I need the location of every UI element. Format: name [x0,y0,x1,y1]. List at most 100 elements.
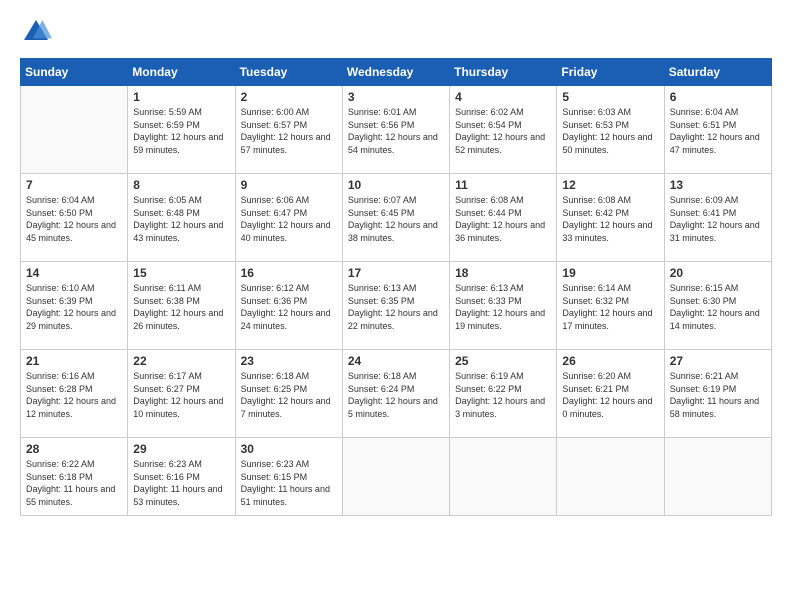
calendar-cell: 26Sunrise: 6:20 AMSunset: 6:21 PMDayligh… [557,350,664,438]
calendar-week-1: 1 Sunrise: 5:59 AMSunset: 6:59 PMDaylight… [21,86,772,174]
calendar-cell: 4 Sunrise: 6:02 AMSunset: 6:54 PMDaylight… [450,86,557,174]
calendar-cell: 20 Sunrise: 6:15 AMSunset: 6:30 PMDayligh… [664,262,771,350]
weekday-header-wednesday: Wednesday [342,59,449,86]
calendar-cell: 29Sunrise: 6:23 AMSunset: 6:16 PMDayligh… [128,438,235,516]
calendar-cell: 17 Sunrise: 6:13 AMSunset: 6:35 PMDayligh… [342,262,449,350]
day-number: 22 [133,354,229,368]
day-number: 11 [455,178,551,192]
day-info: Sunrise: 6:07 AMSunset: 6:45 PMDaylight:… [348,194,444,244]
calendar-cell [557,438,664,516]
day-number: 4 [455,90,551,104]
calendar-cell: 13 Sunrise: 6:09 AMSunset: 6:41 PMDayligh… [664,174,771,262]
day-info: Sunrise: 6:23 AMSunset: 6:15 PMDaylight:… [241,458,337,508]
day-number: 8 [133,178,229,192]
weekday-header-friday: Friday [557,59,664,86]
weekday-header-sunday: Sunday [21,59,128,86]
day-info: Sunrise: 6:15 AMSunset: 6:30 PMDaylight:… [670,282,766,332]
day-info: Sunrise: 6:00 AMSunset: 6:57 PMDaylight:… [241,106,337,156]
calendar-cell: 2Sunrise: 6:00 AMSunset: 6:57 PMDaylight… [235,86,342,174]
day-number: 10 [348,178,444,192]
calendar-cell: 28 Sunrise: 6:22 AMSunset: 6:18 PMDayligh… [21,438,128,516]
calendar-cell: 10 Sunrise: 6:07 AMSunset: 6:45 PMDayligh… [342,174,449,262]
calendar-table: SundayMondayTuesdayWednesdayThursdayFrid… [20,58,772,516]
calendar-cell: 5 Sunrise: 6:03 AMSunset: 6:53 PMDaylight… [557,86,664,174]
weekday-header-tuesday: Tuesday [235,59,342,86]
calendar-cell: 3 Sunrise: 6:01 AMSunset: 6:56 PMDaylight… [342,86,449,174]
calendar-week-3: 14 Sunrise: 6:10 AMSunset: 6:39 PMDayligh… [21,262,772,350]
day-number: 23 [241,354,337,368]
day-info: Sunrise: 5:59 AMSunset: 6:59 PMDaylight:… [133,106,229,156]
calendar-cell: 27 Sunrise: 6:21 AMSunset: 6:19 PMDayligh… [664,350,771,438]
calendar-cell [342,438,449,516]
day-number: 25 [455,354,551,368]
calendar-cell: 16Sunrise: 6:12 AMSunset: 6:36 PMDayligh… [235,262,342,350]
day-number: 14 [26,266,122,280]
calendar-cell: 22 Sunrise: 6:17 AMSunset: 6:27 PMDayligh… [128,350,235,438]
calendar-cell: 14 Sunrise: 6:10 AMSunset: 6:39 PMDayligh… [21,262,128,350]
day-number: 20 [670,266,766,280]
calendar-week-2: 7 Sunrise: 6:04 AMSunset: 6:50 PMDaylight… [21,174,772,262]
day-number: 24 [348,354,444,368]
day-info: Sunrise: 6:13 AMSunset: 6:33 PMDaylight:… [455,282,551,332]
day-info: Sunrise: 6:02 AMSunset: 6:54 PMDaylight:… [455,106,551,156]
day-info: Sunrise: 6:23 AMSunset: 6:16 PMDaylight:… [133,458,229,508]
day-info: Sunrise: 6:08 AMSunset: 6:42 PMDaylight:… [562,194,658,244]
day-info: Sunrise: 6:14 AMSunset: 6:32 PMDaylight:… [562,282,658,332]
weekday-header-row: SundayMondayTuesdayWednesdayThursdayFrid… [21,59,772,86]
weekday-header-thursday: Thursday [450,59,557,86]
day-info: Sunrise: 6:04 AMSunset: 6:50 PMDaylight:… [26,194,122,244]
calendar-cell: 30 Sunrise: 6:23 AMSunset: 6:15 PMDayligh… [235,438,342,516]
day-info: Sunrise: 6:21 AMSunset: 6:19 PMDaylight:… [670,370,766,420]
day-info: Sunrise: 6:16 AMSunset: 6:28 PMDaylight:… [26,370,122,420]
calendar-cell: 25 Sunrise: 6:19 AMSunset: 6:22 PMDayligh… [450,350,557,438]
day-number: 27 [670,354,766,368]
day-info: Sunrise: 6:13 AMSunset: 6:35 PMDaylight:… [348,282,444,332]
day-number: 5 [562,90,658,104]
logo [20,16,56,48]
day-info: Sunrise: 6:18 AMSunset: 6:25 PMDaylight:… [241,370,337,420]
day-info: Sunrise: 6:11 AMSunset: 6:38 PMDaylight:… [133,282,229,332]
day-number: 1 [133,90,229,104]
calendar-cell: 7 Sunrise: 6:04 AMSunset: 6:50 PMDaylight… [21,174,128,262]
day-info: Sunrise: 6:19 AMSunset: 6:22 PMDaylight:… [455,370,551,420]
calendar-cell: 9Sunrise: 6:06 AMSunset: 6:47 PMDaylight… [235,174,342,262]
day-number: 9 [241,178,337,192]
day-info: Sunrise: 6:09 AMSunset: 6:41 PMDaylight:… [670,194,766,244]
weekday-header-monday: Monday [128,59,235,86]
day-info: Sunrise: 6:10 AMSunset: 6:39 PMDaylight:… [26,282,122,332]
day-number: 19 [562,266,658,280]
calendar-cell: 15 Sunrise: 6:11 AMSunset: 6:38 PMDayligh… [128,262,235,350]
calendar-cell: 24Sunrise: 6:18 AMSunset: 6:24 PMDayligh… [342,350,449,438]
calendar-cell: 1 Sunrise: 5:59 AMSunset: 6:59 PMDaylight… [128,86,235,174]
calendar-cell: 6 Sunrise: 6:04 AMSunset: 6:51 PMDaylight… [664,86,771,174]
calendar-cell: 18Sunrise: 6:13 AMSunset: 6:33 PMDayligh… [450,262,557,350]
day-info: Sunrise: 6:22 AMSunset: 6:18 PMDaylight:… [26,458,122,508]
day-info: Sunrise: 6:01 AMSunset: 6:56 PMDaylight:… [348,106,444,156]
day-number: 28 [26,442,122,456]
day-info: Sunrise: 6:03 AMSunset: 6:53 PMDaylight:… [562,106,658,156]
calendar-cell: 23 Sunrise: 6:18 AMSunset: 6:25 PMDayligh… [235,350,342,438]
calendar-cell: 19 Sunrise: 6:14 AMSunset: 6:32 PMDayligh… [557,262,664,350]
logo-icon [20,16,52,48]
calendar-week-4: 21Sunrise: 6:16 AMSunset: 6:28 PMDayligh… [21,350,772,438]
page: SundayMondayTuesdayWednesdayThursdayFrid… [0,0,792,612]
day-number: 13 [670,178,766,192]
calendar-week-5: 28 Sunrise: 6:22 AMSunset: 6:18 PMDayligh… [21,438,772,516]
weekday-header-saturday: Saturday [664,59,771,86]
day-info: Sunrise: 6:17 AMSunset: 6:27 PMDaylight:… [133,370,229,420]
day-number: 7 [26,178,122,192]
day-number: 17 [348,266,444,280]
day-number: 16 [241,266,337,280]
day-number: 15 [133,266,229,280]
calendar-cell: 21Sunrise: 6:16 AMSunset: 6:28 PMDayligh… [21,350,128,438]
day-info: Sunrise: 6:20 AMSunset: 6:21 PMDaylight:… [562,370,658,420]
calendar-cell [450,438,557,516]
day-number: 6 [670,90,766,104]
day-info: Sunrise: 6:05 AMSunset: 6:48 PMDaylight:… [133,194,229,244]
day-info: Sunrise: 6:04 AMSunset: 6:51 PMDaylight:… [670,106,766,156]
day-number: 30 [241,442,337,456]
day-number: 3 [348,90,444,104]
calendar-cell: 8 Sunrise: 6:05 AMSunset: 6:48 PMDaylight… [128,174,235,262]
calendar-cell: 12Sunrise: 6:08 AMSunset: 6:42 PMDayligh… [557,174,664,262]
calendar-cell: 11Sunrise: 6:08 AMSunset: 6:44 PMDayligh… [450,174,557,262]
